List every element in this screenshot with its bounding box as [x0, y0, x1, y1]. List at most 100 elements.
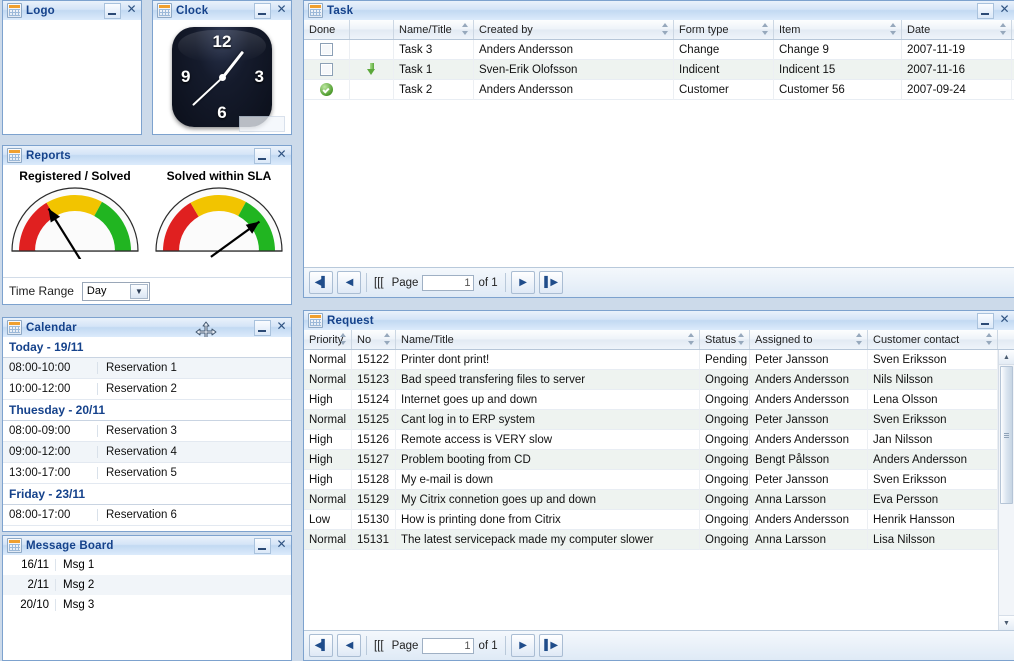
panel-calendar-titlebar[interactable]: Calendar — [3, 318, 291, 343]
page-number-input[interactable] — [422, 274, 475, 291]
column-header-name-title[interactable]: Name/Title — [396, 330, 700, 349]
calendar-day-header: Thuesday - 20/11 — [3, 400, 291, 421]
column-header-no[interactable]: No — [352, 330, 396, 349]
message-row[interactable]: 2/11 Msg 2 — [3, 575, 291, 595]
scroll-down-arrow-icon[interactable]: ▼ — [999, 615, 1014, 630]
sort-arrows-icon[interactable] — [762, 23, 769, 35]
first-page-button[interactable]: ◀▌ — [309, 271, 333, 294]
time-range-select[interactable]: Day ▼ — [81, 281, 150, 301]
panel-request-titlebar[interactable]: Request — [304, 311, 1014, 331]
table-row[interactable]: High 15126 Remote access is VERY slow Ongoi… — [304, 429, 1014, 450]
scrollbar-thumb[interactable] — [1000, 366, 1013, 504]
column-header-item[interactable]: Item — [774, 20, 902, 39]
time-range-value: Day — [86, 285, 107, 297]
column-header-blank[interactable] — [350, 20, 394, 39]
column-header-label: Status — [705, 333, 737, 346]
column-header-created-by[interactable]: Created by — [474, 20, 674, 39]
panel-task-titlebar[interactable]: Task — [304, 1, 1014, 21]
column-header-status[interactable]: Status — [700, 330, 750, 349]
column-header-label: Created by — [479, 23, 533, 36]
minimize-icon[interactable] — [104, 2, 121, 19]
minimize-icon[interactable] — [254, 537, 271, 554]
column-header-form-type[interactable]: Form type — [674, 20, 774, 39]
message-row[interactable]: 20/10 Msg 3 — [3, 595, 291, 615]
panel-reports-titlebar[interactable]: Reports — [3, 146, 291, 166]
sort-arrows-icon[interactable] — [384, 333, 391, 345]
close-icon[interactable] — [997, 3, 1012, 18]
column-header-name-title[interactable]: Name/Title — [394, 20, 474, 39]
sort-arrows-icon[interactable] — [662, 23, 669, 35]
last-page-button[interactable]: ▌▶ — [538, 634, 563, 657]
done-checkbox[interactable] — [320, 43, 333, 56]
calendar-reservation-row[interactable]: 13:00-17:00 Reservation 5 — [3, 463, 291, 484]
panel-clock-titlebar[interactable]: Clock — [153, 1, 291, 21]
close-icon[interactable] — [274, 538, 289, 553]
reservation-title: Reservation 3 — [106, 425, 177, 437]
column-header-label: No — [357, 333, 372, 346]
sort-arrows-icon[interactable] — [986, 333, 993, 345]
column-header-customer-contact[interactable]: Customer contact — [868, 330, 998, 349]
cell-item: Indicent 15 — [774, 59, 902, 80]
sort-arrows-icon[interactable] — [1000, 23, 1007, 35]
column-header-assigned-to[interactable]: Assigned to — [750, 330, 868, 349]
minimize-icon[interactable] — [977, 312, 994, 329]
prev-page-button[interactable]: ◀ — [337, 271, 361, 294]
last-page-button[interactable]: ▌▶ — [538, 271, 563, 294]
column-header-priority[interactable]: Priority — [304, 330, 352, 349]
column-header-done[interactable]: Done — [304, 20, 350, 39]
column-header-date[interactable]: Date — [902, 20, 1012, 39]
request-vertical-scrollbar[interactable]: ▲ ▼ — [998, 350, 1014, 630]
scroll-up-arrow-icon[interactable]: ▲ — [999, 350, 1014, 365]
panel-request-body: Priority No Name/Title Status Assigned to Cus… — [304, 330, 1014, 660]
prev-page-button[interactable]: ◀ — [337, 634, 361, 657]
reservation-time: 10:00-12:00 — [3, 383, 98, 395]
table-row[interactable]: High 15128 My e-mail is down Ongoing Peter J… — [304, 469, 1014, 490]
table-row[interactable]: Normal 15131 The latest servicepack made m… — [304, 529, 1014, 550]
chevron-down-icon[interactable]: ▼ — [129, 283, 148, 299]
table-row[interactable]: Low 15130 How is printing done from Citrix… — [304, 509, 1014, 530]
sort-arrows-icon[interactable] — [462, 23, 469, 35]
panel-message-board-titlebar[interactable]: Message Board — [3, 536, 291, 556]
sort-arrows-icon[interactable] — [856, 333, 863, 345]
close-icon[interactable] — [274, 148, 289, 163]
calendar-reservation-row[interactable]: 08:00-09:00 Reservation 3 — [3, 421, 291, 442]
minimize-icon[interactable] — [254, 2, 271, 19]
calendar-reservation-row[interactable]: 08:00-10:00 Reservation 1 — [3, 358, 291, 379]
table-row[interactable]: Normal 15125 Cant log in to ERP system Ongo… — [304, 409, 1014, 430]
calendar-reservation-row[interactable]: 09:00-12:00 Reservation 4 — [3, 442, 291, 463]
time-range-label: Time Range — [9, 284, 74, 298]
close-icon[interactable] — [997, 313, 1012, 328]
table-row[interactable]: Normal 15123 Bad speed transfering files t… — [304, 369, 1014, 390]
cell-item: Change 9 — [774, 40, 902, 60]
sort-arrows-icon[interactable] — [890, 23, 897, 35]
done-check-icon[interactable] — [320, 83, 333, 96]
done-checkbox[interactable] — [320, 63, 333, 76]
cell-item: Customer 56 — [774, 79, 902, 100]
next-page-button[interactable]: ▶ — [510, 271, 535, 294]
calendar-reservation-row[interactable]: 10:00-12:00 Reservation 2 — [3, 379, 291, 400]
table-row[interactable]: Task 3 Anders Andersson Change Change 9 2007… — [304, 40, 1014, 60]
first-page-button[interactable]: ◀▌ — [309, 634, 333, 657]
close-icon[interactable] — [274, 3, 289, 18]
window-controls — [254, 2, 289, 19]
sort-arrows-icon[interactable] — [738, 333, 745, 345]
minimize-icon[interactable] — [254, 319, 271, 336]
table-row[interactable]: High 15127 Problem booting from CD Ongoing B… — [304, 449, 1014, 470]
message-row[interactable]: 16/11 Msg 1 — [3, 555, 291, 575]
panel-logo-titlebar[interactable]: Logo — [3, 1, 141, 21]
table-row[interactable]: High 15124 Internet goes up and down Ongoin… — [304, 389, 1014, 410]
table-row[interactable]: Normal 15129 My Citrix connetion goes up a… — [304, 489, 1014, 510]
close-icon[interactable] — [274, 320, 289, 335]
next-page-button[interactable]: ▶ — [510, 634, 535, 657]
table-row[interactable]: Task 1 Sven-Erik Olofsson Indicent Indicent… — [304, 59, 1014, 80]
panel-task-title: Task — [327, 4, 354, 17]
page-number-input[interactable] — [422, 637, 475, 654]
minimize-icon[interactable] — [977, 2, 994, 19]
sort-arrows-icon[interactable] — [340, 333, 347, 345]
close-icon[interactable] — [124, 3, 139, 18]
minimize-icon[interactable] — [254, 147, 271, 164]
table-row[interactable]: Normal 15122 Printer dont print! Pending Pet… — [304, 350, 1014, 370]
sort-arrows-icon[interactable] — [688, 333, 695, 345]
calendar-reservation-row[interactable]: 08:00-17:00 Reservation 6 — [3, 505, 291, 526]
table-row[interactable]: Task 2 Anders Andersson Customer Customer 5… — [304, 79, 1014, 100]
